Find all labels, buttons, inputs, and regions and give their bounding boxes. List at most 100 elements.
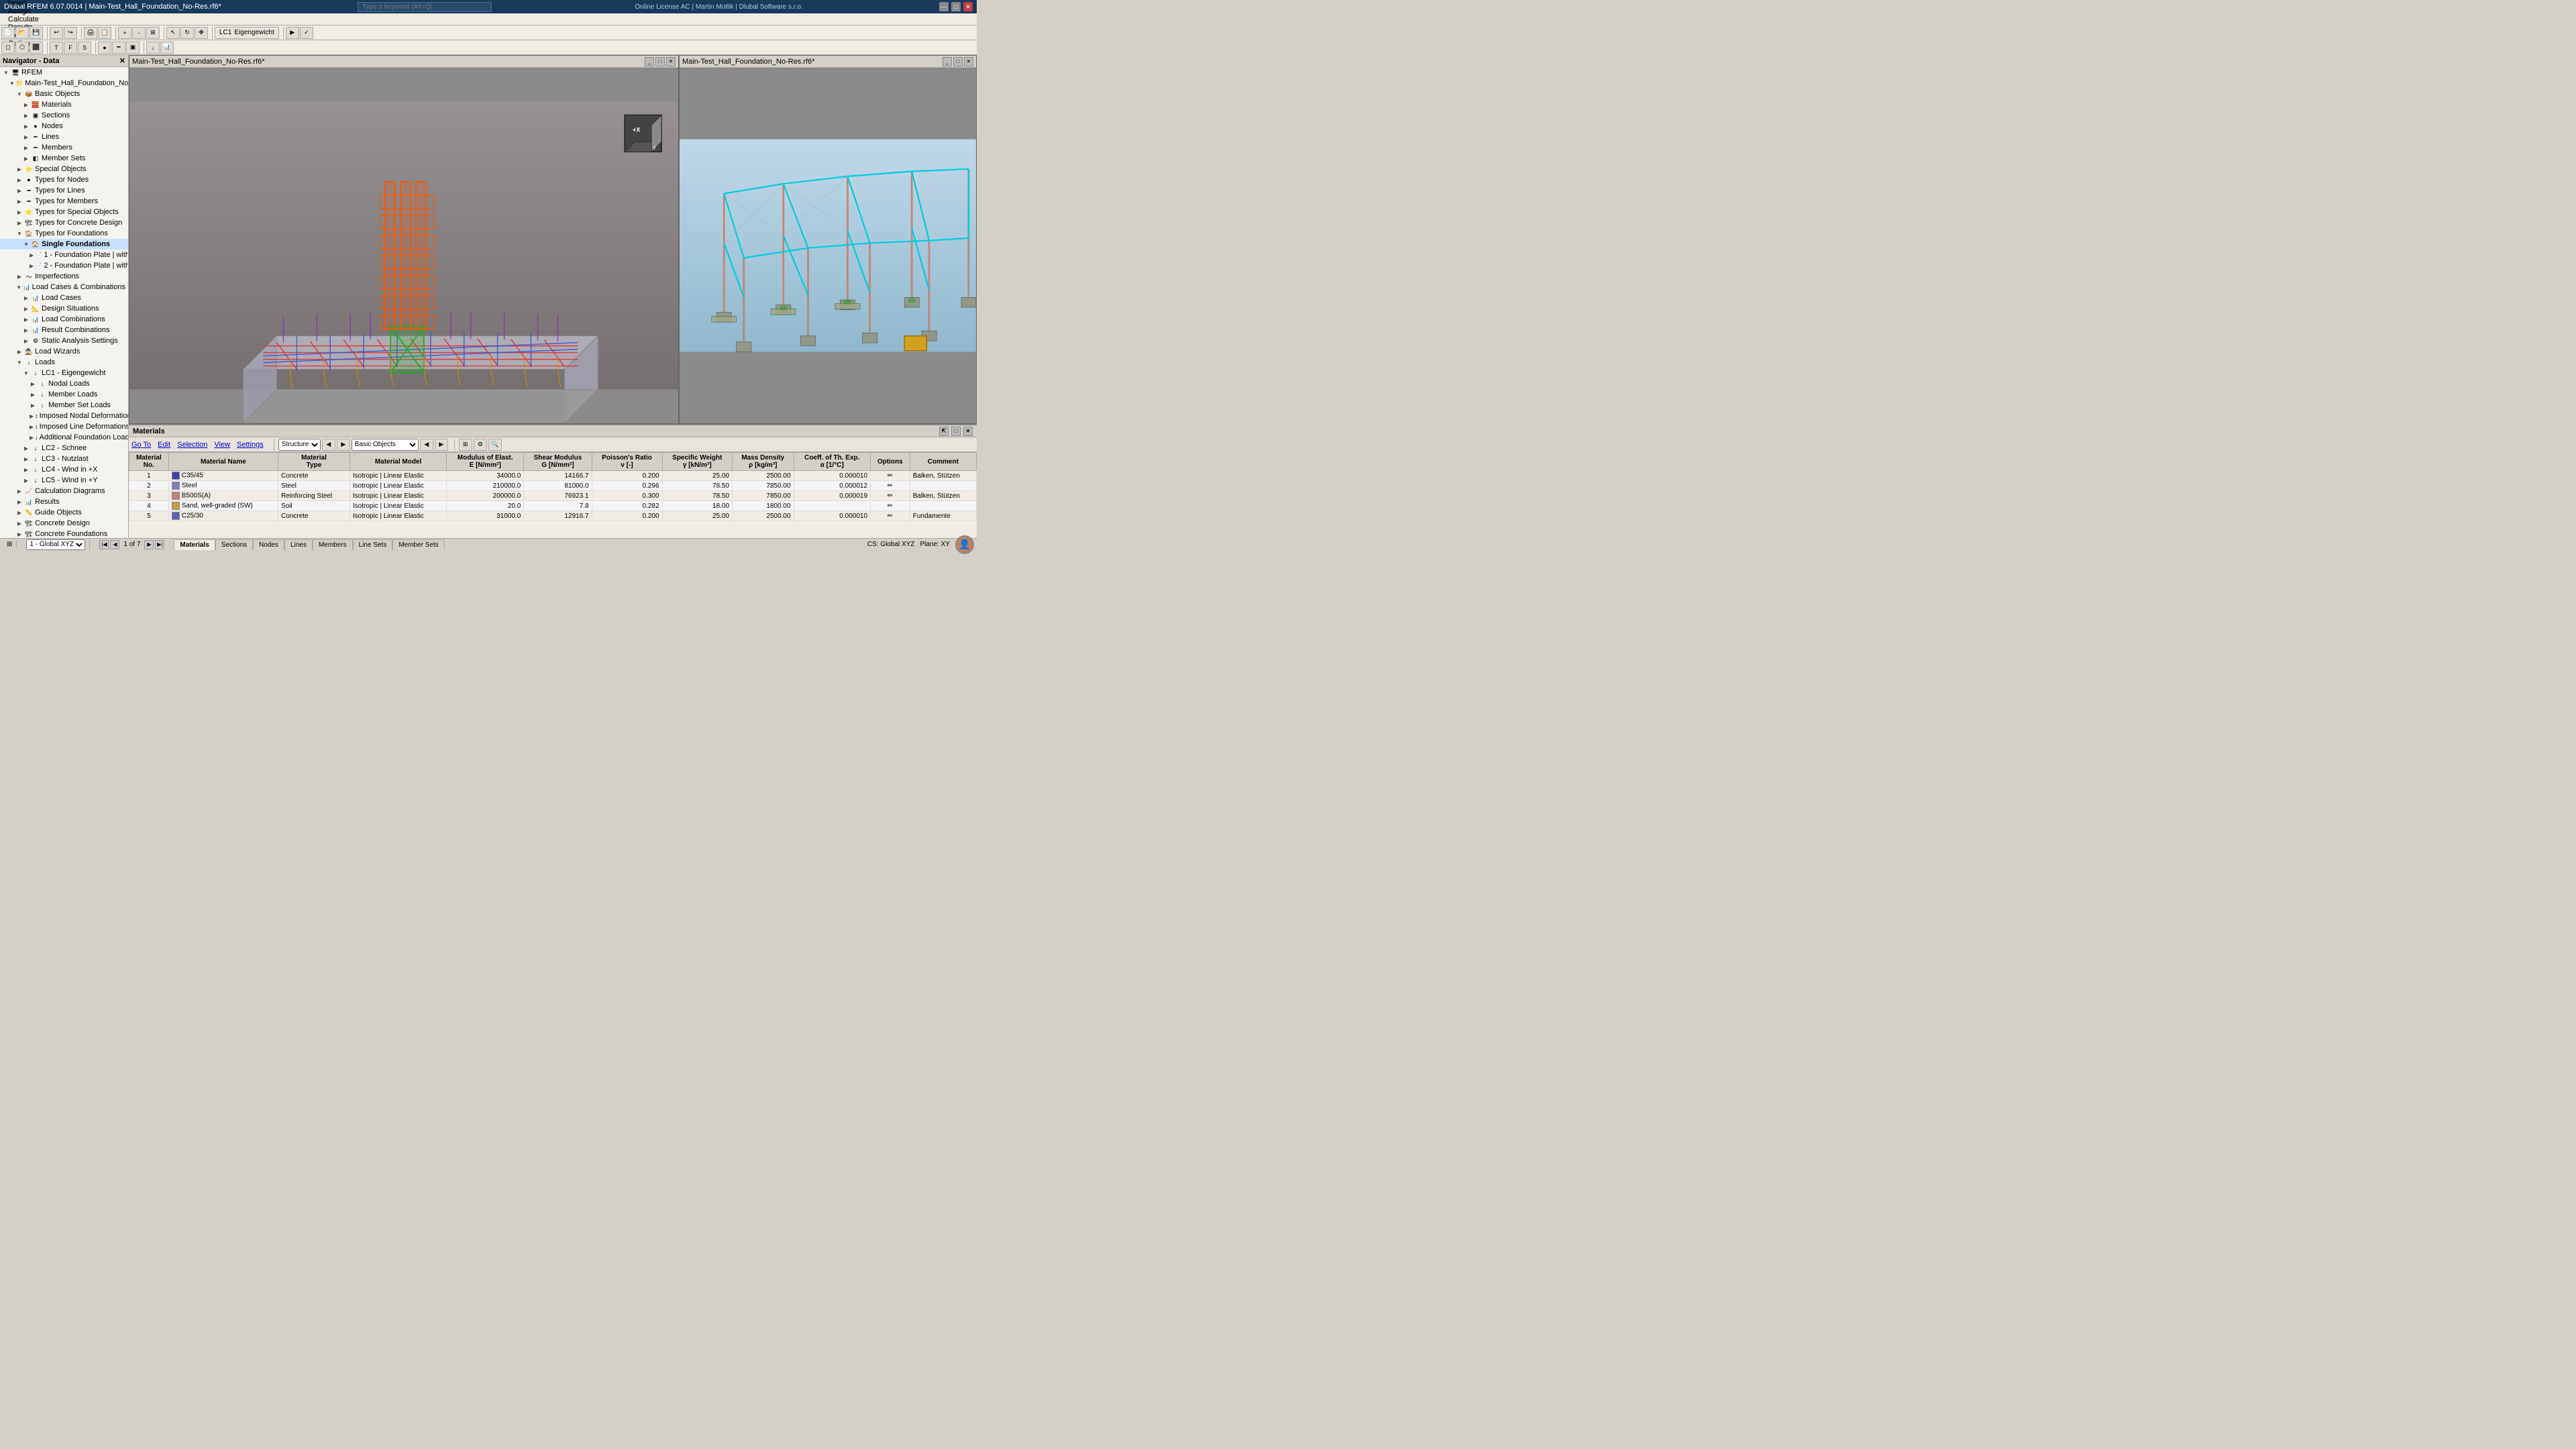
nav-item-load-combinations[interactable]: ▶📊Load Combinations xyxy=(0,314,128,325)
status-lc[interactable]: 1 - Global XYZ xyxy=(22,539,90,550)
bottom-panel-maximize[interactable]: □ xyxy=(951,427,961,436)
nav-item-lc5[interactable]: ▶↓LC5 - Wind in +Y xyxy=(0,475,128,486)
minimize-button[interactable]: — xyxy=(939,2,949,11)
view3d-btn[interactable]: ◻ xyxy=(1,42,15,54)
nav-item-result-combinations[interactable]: ▶📊Result Combinations xyxy=(0,325,128,335)
load-display-btn[interactable]: ↓ xyxy=(146,42,160,54)
surface-display-btn[interactable]: ▣ xyxy=(126,42,140,54)
print-btn[interactable]: 🖨 xyxy=(84,27,97,39)
table-row[interactable]: 1 C35/45 Concrete Isotropic | Linear Ela… xyxy=(129,471,977,481)
nav-item-imposed-line-def[interactable]: ▶↕Imposed Line Deformations xyxy=(0,421,128,432)
nav-item-members[interactable]: ▶━Members xyxy=(0,142,128,153)
nav-item-load-cases-combinations[interactable]: ▼📊Load Cases & Combinations xyxy=(0,282,128,292)
check-btn[interactable]: ✓ xyxy=(300,27,313,39)
nav-item-member-set-loads[interactable]: ▶↓Member Set Loads xyxy=(0,400,128,411)
first-page-btn[interactable]: |◀ xyxy=(99,540,109,549)
table-row[interactable]: 2 Steel Steel Isotropic | Linear Elastic… xyxy=(129,481,977,491)
new-btn[interactable]: 📄 xyxy=(1,27,15,39)
nav-item-imperfections[interactable]: ▶〜Imperfections xyxy=(0,271,128,282)
last-page-btn[interactable]: ▶| xyxy=(155,540,164,549)
result-display-btn[interactable]: 📊 xyxy=(160,42,174,54)
menu-item-assign[interactable]: Assign xyxy=(3,7,44,15)
zoom-in-btn[interactable]: + xyxy=(118,27,131,39)
nav-item-special-objects[interactable]: ▶⭐Special Objects xyxy=(0,164,128,174)
nav-item-types-for-nodes[interactable]: ▶●Types for Nodes xyxy=(0,174,128,185)
view-link[interactable]: View xyxy=(214,441,230,449)
filter-next-btn[interactable]: ▶ xyxy=(337,439,350,451)
nav-item-project[interactable]: ▼📁Main-Test_Hall_Foundation_No-Res.rf6* xyxy=(0,78,128,89)
table-tab-lines[interactable]: Lines xyxy=(284,539,313,550)
next-page-btn[interactable]: ▶ xyxy=(144,540,154,549)
close-button[interactable]: ✕ xyxy=(963,2,973,11)
left-viewport-canvas[interactable]: +X Y xyxy=(129,68,678,423)
vp-left-minimize[interactable]: _ xyxy=(645,57,654,66)
filter2-next-btn[interactable]: ▶ xyxy=(435,439,448,451)
rotate-btn[interactable]: ↻ xyxy=(180,27,194,39)
table-row[interactable]: 3 B500S(A) Reinforcing Steel Isotropic |… xyxy=(129,491,977,501)
nav-item-member-loads[interactable]: ▶↓Member Loads xyxy=(0,389,128,400)
maximize-button[interactable]: □ xyxy=(951,2,961,11)
vp-right-maximize[interactable]: □ xyxy=(953,57,963,66)
nav-item-rfem[interactable]: ▼🖥RFEM xyxy=(0,67,128,78)
table-tab-line-sets[interactable]: Line Sets xyxy=(353,539,393,550)
vp-left-maximize[interactable]: □ xyxy=(655,57,665,66)
table-row[interactable]: 5 C25/30 Concrete Isotropic | Linear Ela… xyxy=(129,511,977,521)
undo-btn[interactable]: ↩ xyxy=(50,27,63,39)
solid-btn[interactable]: ⬛ xyxy=(30,42,43,54)
nav-item-lc1[interactable]: ▼↓LC1 - Eigengewicht xyxy=(0,368,128,378)
table-row[interactable]: 4 Sand, well-graded (SW) Soil Isotropic … xyxy=(129,501,977,511)
top-view-btn[interactable]: T xyxy=(50,42,63,54)
front-view-btn[interactable]: F xyxy=(64,42,77,54)
nav-item-load-wizards[interactable]: ▶🧙Load Wizards xyxy=(0,346,128,357)
nav-item-found-1[interactable]: ▶📄1 - Foundation Plate | without Groundw… xyxy=(0,250,128,260)
nav-item-types-for-concrete-design[interactable]: ▶🏗Types for Concrete Design xyxy=(0,217,128,228)
nav-item-types-for-lines[interactable]: ▶━Types for Lines xyxy=(0,185,128,196)
nav-item-imposed-nodal-def[interactable]: ▶↕Imposed Nodal Deformations xyxy=(0,411,128,421)
side-view-btn[interactable]: S xyxy=(78,42,91,54)
vp-right-minimize[interactable]: _ xyxy=(943,57,952,66)
nav-item-types-for-special-objects[interactable]: ▶⭐Types for Special Objects xyxy=(0,207,128,217)
nav-item-additional-found-loads[interactable]: ▶↓Additional Foundation Loads xyxy=(0,432,128,443)
filter-prev-btn[interactable]: ◀ xyxy=(322,439,335,451)
nav-item-lc4[interactable]: ▶↓LC4 - Wind in +X xyxy=(0,464,128,475)
member-display-btn[interactable]: ━ xyxy=(112,42,125,54)
right-viewport-canvas[interactable] xyxy=(680,68,976,423)
table-tab-members[interactable]: Members xyxy=(313,539,353,550)
basic-objects-select[interactable]: Basic Objects xyxy=(352,439,419,451)
nav-item-nodes[interactable]: ▶●Nodes xyxy=(0,121,128,131)
open-btn[interactable]: 📂 xyxy=(15,27,29,39)
search-input[interactable] xyxy=(358,2,492,12)
nav-item-static-analysis-settings[interactable]: ▶⚙Static Analysis Settings xyxy=(0,335,128,346)
table-tab-member-sets[interactable]: Member Sets xyxy=(392,539,444,550)
nav-item-lc3[interactable]: ▶↓LC3 - Nutzlast xyxy=(0,453,128,464)
nav-item-types-for-members[interactable]: ▶━Types for Members xyxy=(0,196,128,207)
nav-item-concrete-design[interactable]: ▶🏗Concrete Design xyxy=(0,518,128,529)
bottom-panel-close[interactable]: ✕ xyxy=(963,427,973,436)
move-btn[interactable]: ✥ xyxy=(195,27,208,39)
nav-item-concrete-foundations[interactable]: ▶🏗Concrete Foundations xyxy=(0,529,128,538)
nav-item-basic-objects[interactable]: ▼📦Basic Objects xyxy=(0,89,128,99)
vp-right-close[interactable]: ✕ xyxy=(964,57,973,66)
run-calc-btn[interactable]: ▶ xyxy=(286,27,299,39)
bottom-panel-float[interactable]: ⇱ xyxy=(939,427,949,436)
save-btn[interactable]: 💾 xyxy=(30,27,43,39)
redo-btn[interactable]: ↪ xyxy=(64,27,77,39)
table-tab-sections[interactable]: Sections xyxy=(215,539,253,550)
nav-item-calc-diagrams[interactable]: ▶📈Calculation Diagrams xyxy=(0,486,128,496)
nav-item-load-cases[interactable]: ▶📊Load Cases xyxy=(0,292,128,303)
structure-select[interactable]: Structure xyxy=(278,439,321,451)
nav-item-member-sets[interactable]: ▶◧Member Sets xyxy=(0,153,128,164)
nav-item-sections[interactable]: ▶▣Sections xyxy=(0,110,128,121)
nav-close-btn[interactable]: ✕ xyxy=(119,56,125,65)
node-display-btn[interactable]: ● xyxy=(98,42,111,54)
zoom-out-btn[interactable]: - xyxy=(132,27,146,39)
table-view-btn[interactable]: ⊞ xyxy=(459,439,472,451)
wireframe-btn[interactable]: ⬡ xyxy=(15,42,29,54)
menu-item-insert[interactable]: Insert xyxy=(3,0,44,7)
nav-item-single-foundations[interactable]: ▼🏠Single Foundations xyxy=(0,239,128,250)
prev-page-btn[interactable]: ◀ xyxy=(110,540,119,549)
table-tab-nodes[interactable]: Nodes xyxy=(253,539,284,550)
nav-item-materials[interactable]: ▶🧱Materials xyxy=(0,99,128,110)
filter2-prev-btn[interactable]: ◀ xyxy=(420,439,433,451)
calc-btn[interactable]: ⚙ xyxy=(474,439,487,451)
